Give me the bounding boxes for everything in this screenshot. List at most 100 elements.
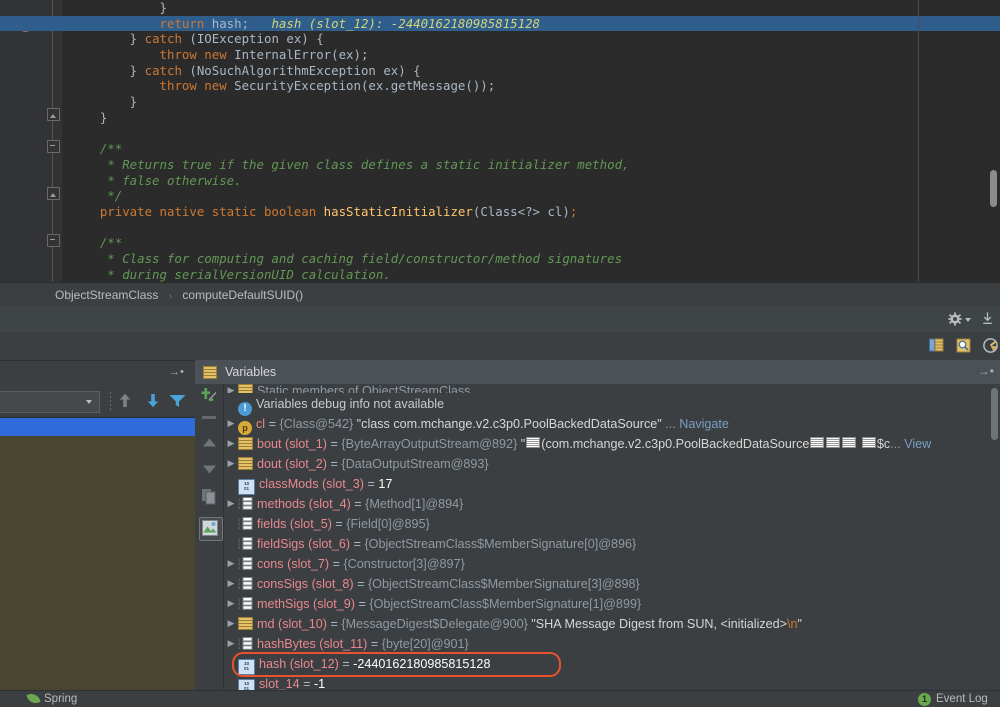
- debug-toolbar-top[interactable]: [0, 306, 1000, 332]
- unrenderable-glyph: [862, 437, 876, 448]
- variable-row[interactable]: ▶123cons (slot_7) = {Constructor[3]@897}: [224, 553, 1000, 573]
- expand-arrow-icon[interactable]: ▶: [224, 413, 238, 433]
- code-line[interactable]: throw new SecurityException(ex.getMessag…: [62, 78, 1000, 94]
- status-bar[interactable]: Spring 1 Event Log: [0, 690, 1000, 707]
- editor-text-area[interactable]: } return hash; hash (slot_12): -24401621…: [62, 0, 1000, 282]
- variable-row[interactable]: ▶bout (slot_1) = {ByteArrayOutputStream@…: [224, 433, 1000, 453]
- variable-row[interactable]: ▶123methSigs (slot_9) = {ObjectStreamCla…: [224, 593, 1000, 613]
- code-line[interactable]: } catch (NoSuchAlgorithmException ex) {: [62, 63, 1000, 79]
- breadcrumb-class[interactable]: ObjectStreamClass: [55, 288, 158, 302]
- variable-text: ": [798, 617, 802, 631]
- variable-text: {byte[20]@901}: [382, 637, 469, 651]
- move-up-icon[interactable]: [118, 393, 132, 413]
- variable-text: $c: [877, 437, 890, 451]
- variables-list[interactable]: ▶Static members of ObjectStreamClass▶!Va…: [224, 384, 1000, 690]
- frames-list-panel[interactable]: [0, 436, 195, 690]
- variable-row[interactable]: ▶1001slot_14 = -1: [224, 673, 1000, 690]
- expand-arrow-icon[interactable]: ▶: [224, 613, 238, 633]
- evaluate-expression-icon[interactable]: [199, 517, 223, 541]
- variables-tab-label[interactable]: Variables: [225, 360, 276, 384]
- remove-watch-icon[interactable]: [202, 416, 216, 419]
- variable-row[interactable]: ▶1001classMods (slot_3) = 17: [224, 473, 1000, 493]
- code-editor[interactable]: } return hash; hash (slot_12): -24401621…: [0, 0, 1000, 282]
- toolbar-drag-handle[interactable]: [110, 392, 111, 410]
- code-fold-icon[interactable]: [47, 140, 60, 153]
- code-line[interactable]: }: [62, 0, 1000, 16]
- variables-scrollbar-thumb[interactable]: [991, 388, 998, 440]
- gauge-icon[interactable]: [982, 337, 999, 359]
- code-line[interactable]: [62, 220, 1000, 236]
- unrenderable-glyph: [826, 437, 840, 448]
- copy-icon[interactable]: [201, 488, 218, 510]
- code-fold-icon[interactable]: [47, 234, 60, 247]
- code-line[interactable]: * Returns true if the given class define…: [62, 157, 1000, 173]
- code-line[interactable]: * Class for computing and caching field/…: [62, 251, 1000, 267]
- variable-row[interactable]: ▶123consSigs (slot_8) = {ObjectStreamCla…: [224, 573, 1000, 593]
- code-line-current[interactable]: return hash; hash (slot_12): -2440162180…: [62, 16, 1000, 32]
- hide-panel-icon[interactable]: [980, 311, 995, 332]
- code-line[interactable]: }: [62, 110, 1000, 126]
- code-line[interactable]: private native static boolean hasStaticI…: [62, 204, 1000, 220]
- variable-text: =: [300, 677, 314, 690]
- expand-arrow-icon[interactable]: ▶: [224, 386, 238, 393]
- chevron-down-icon[interactable]: [86, 400, 92, 404]
- code-line[interactable]: }: [62, 94, 1000, 110]
- breadcrumb-method[interactable]: computeDefaultSUID(): [182, 288, 303, 302]
- code-line[interactable]: * false otherwise.: [62, 173, 1000, 189]
- chevron-down-icon[interactable]: [965, 318, 971, 322]
- expand-arrow-icon[interactable]: ▶: [224, 573, 238, 593]
- selected-frame-row[interactable]: [0, 418, 195, 436]
- expand-arrow-icon[interactable]: ▶: [224, 453, 238, 473]
- code-line[interactable]: throw new InternalError(ex);: [62, 47, 1000, 63]
- expand-arrow-icon[interactable]: ▶: [224, 553, 238, 573]
- expand-arrow-icon[interactable]: ▶: [224, 633, 238, 653]
- move-down-icon[interactable]: [146, 393, 160, 413]
- debug-toolbar-second[interactable]: [0, 332, 1000, 361]
- variable-action-link[interactable]: Navigate: [679, 417, 729, 431]
- frames-icon[interactable]: [928, 337, 945, 359]
- expand-panel-icon[interactable]: →•: [978, 364, 994, 378]
- frames-filter-toolbar[interactable]: [0, 384, 195, 417]
- variables-tab-header[interactable]: →• Variables →•: [195, 360, 1000, 384]
- code-line[interactable]: /**: [62, 141, 1000, 157]
- move-up-icon[interactable]: [202, 437, 217, 455]
- event-log-label[interactable]: Event Log: [936, 691, 988, 707]
- variable-row[interactable]: ▶123hashBytes (slot_11) = {byte[20]@901}: [224, 633, 1000, 653]
- variable-row[interactable]: ▶123methods (slot_4) = {Method[1]@894}: [224, 493, 1000, 513]
- variable-row[interactable]: ▶123fields (slot_5) = {Field[0]@895}: [224, 513, 1000, 533]
- variable-row[interactable]: ▶!Variables debug info not available: [224, 393, 1000, 413]
- code-line[interactable]: */: [62, 188, 1000, 204]
- inspect-icon[interactable]: [955, 337, 972, 359]
- expand-arrow-icon[interactable]: ▶: [224, 593, 238, 613]
- breadcrumb[interactable]: ObjectStreamClass › computeDefaultSUID(): [0, 282, 1000, 307]
- filter-icon[interactable]: [169, 394, 186, 413]
- gear-icon[interactable]: [948, 312, 962, 331]
- variable-row[interactable]: ▶dout (slot_2) = {DataOutputStream@893}: [224, 453, 1000, 473]
- variable-text: fieldSigs (slot_6): [257, 537, 350, 551]
- code-line[interactable]: * during serialVersionUID calculation.: [62, 267, 1000, 282]
- variable-action-link[interactable]: View: [904, 437, 931, 451]
- expand-arrow-icon[interactable]: ▶: [224, 493, 238, 513]
- variable-row[interactable]: ▶Static members of ObjectStreamClass: [224, 384, 1000, 393]
- code-token: * Class for computing and caching field/…: [70, 251, 622, 266]
- code-line[interactable]: } catch (IOException ex) {: [62, 31, 1000, 47]
- expand-arrow-icon[interactable]: ▶: [224, 433, 238, 453]
- code-token: (IOException ex) {: [182, 31, 324, 46]
- editor-scrollbar-thumb[interactable]: [990, 170, 997, 207]
- code-line[interactable]: [62, 126, 1000, 142]
- code-token: InternalError(ex);: [227, 47, 369, 62]
- variable-text: =: [327, 437, 341, 451]
- spring-status-label[interactable]: Spring: [44, 691, 77, 707]
- variable-row[interactable]: ▶123fieldSigs (slot_6) = {ObjectStreamCl…: [224, 533, 1000, 553]
- variable-text: dout (slot_2): [257, 457, 327, 471]
- code-line[interactable]: /**: [62, 235, 1000, 251]
- variable-row-highlighted[interactable]: ▶1001hash (slot_12) = -24401621809858151…: [224, 653, 1000, 673]
- variables-action-rail[interactable]: [196, 384, 223, 690]
- variable-row[interactable]: ▶md (slot_10) = {MessageDigest$Delegate@…: [224, 613, 1000, 633]
- thread-selector-combo[interactable]: [0, 391, 100, 413]
- code-fold-end-icon[interactable]: [47, 108, 60, 121]
- code-fold-end-icon[interactable]: [47, 187, 60, 200]
- add-watch-icon[interactable]: [201, 387, 219, 410]
- variable-row[interactable]: ▶pcl = {Class@542} "class com.mchange.v2…: [224, 413, 1000, 433]
- move-down-icon[interactable]: [202, 462, 217, 480]
